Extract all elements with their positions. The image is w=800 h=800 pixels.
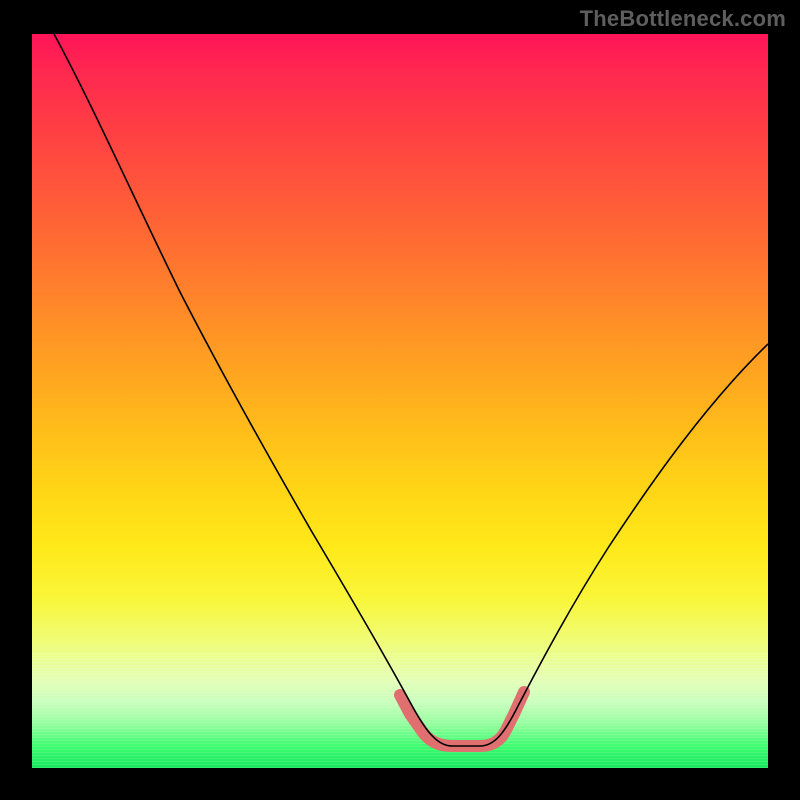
gradient-background <box>32 34 768 768</box>
watermark-text: TheBottleneck.com <box>580 6 786 32</box>
plot-area <box>32 34 768 768</box>
chart-canvas: TheBottleneck.com <box>0 0 800 800</box>
